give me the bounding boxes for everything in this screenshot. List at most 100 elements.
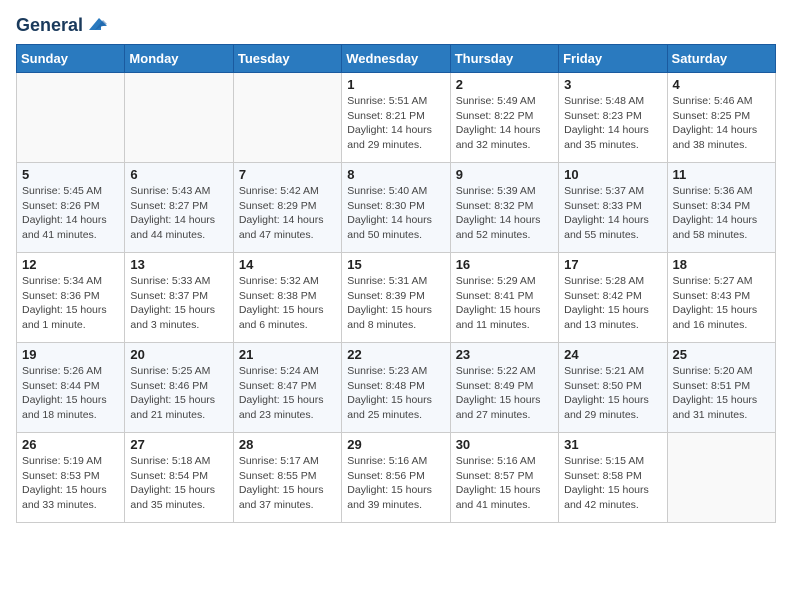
day-info: Sunrise: 5:23 AMSunset: 8:48 PMDaylight:… [347,364,444,423]
day-number: 6 [130,167,227,182]
day-info: Sunrise: 5:45 AMSunset: 8:26 PMDaylight:… [22,184,119,243]
day-info: Sunrise: 5:16 AMSunset: 8:57 PMDaylight:… [456,454,553,513]
day-number: 13 [130,257,227,272]
day-cell: 20 Sunrise: 5:25 AMSunset: 8:46 PMDayligh… [125,343,233,433]
day-number: 23 [456,347,553,362]
day-cell: 2 Sunrise: 5:49 AMSunset: 8:22 PMDaylight… [450,73,558,163]
day-cell: 18Sunrise: 5:27 AMSunset: 8:43 PMDayligh… [667,253,775,343]
day-info: Sunrise: 5:33 AMSunset: 8:37 PMDaylight:… [130,274,227,333]
day-number: 15 [347,257,444,272]
day-info: Sunrise: 5:51 AMSunset: 8:21 PMDaylight:… [347,94,444,153]
day-number: 19 [22,347,119,362]
day-cell: 14Sunrise: 5:32 AMSunset: 8:38 PMDayligh… [233,253,341,343]
day-cell: 13 Sunrise: 5:33 AMSunset: 8:37 PMDayligh… [125,253,233,343]
day-number: 24 [564,347,661,362]
day-cell [667,433,775,523]
logo-general: General [16,16,83,36]
day-cell: 9Sunrise: 5:39 AMSunset: 8:32 PMDaylight… [450,163,558,253]
day-info: Sunrise: 5:42 AMSunset: 8:29 PMDaylight:… [239,184,336,243]
day-number: 10 [564,167,661,182]
day-number: 27 [130,437,227,452]
day-number: 26 [22,437,119,452]
day-cell: 8 Sunrise: 5:40 AMSunset: 8:30 PMDaylight… [342,163,450,253]
day-number: 1 [347,77,444,92]
day-number: 31 [564,437,661,452]
day-cell [125,73,233,163]
page-header: General [16,16,776,36]
day-info: Sunrise: 5:20 AMSunset: 8:51 PMDaylight:… [673,364,770,423]
day-info: Sunrise: 5:19 AMSunset: 8:53 PMDaylight:… [22,454,119,513]
day-number: 4 [673,77,770,92]
calendar-table: SundayMondayTuesdayWednesdayThursdayFrid… [16,44,776,523]
day-info: Sunrise: 5:17 AMSunset: 8:55 PMDaylight:… [239,454,336,513]
col-header-wednesday: Wednesday [342,45,450,73]
day-number: 21 [239,347,336,362]
col-header-monday: Monday [125,45,233,73]
week-row-5: 26 Sunrise: 5:19 AMSunset: 8:53 PMDayligh… [17,433,776,523]
day-info: Sunrise: 5:49 AMSunset: 8:22 PMDaylight:… [456,94,553,153]
day-info: Sunrise: 5:27 AMSunset: 8:43 PMDaylight:… [673,274,770,333]
day-number: 12 [22,257,119,272]
day-cell: 28 Sunrise: 5:17 AMSunset: 8:55 PMDayligh… [233,433,341,523]
day-number: 20 [130,347,227,362]
day-number: 5 [22,167,119,182]
day-info: Sunrise: 5:46 AMSunset: 8:25 PMDaylight:… [673,94,770,153]
day-info: Sunrise: 5:40 AMSunset: 8:30 PMDaylight:… [347,184,444,243]
day-info: Sunrise: 5:28 AMSunset: 8:42 PMDaylight:… [564,274,661,333]
day-number: 28 [239,437,336,452]
day-info: Sunrise: 5:31 AMSunset: 8:39 PMDaylight:… [347,274,444,333]
col-header-thursday: Thursday [450,45,558,73]
day-cell: 25 Sunrise: 5:20 AMSunset: 8:51 PMDayligh… [667,343,775,433]
day-number: 7 [239,167,336,182]
day-info: Sunrise: 5:22 AMSunset: 8:49 PMDaylight:… [456,364,553,423]
day-info: Sunrise: 5:34 AMSunset: 8:36 PMDaylight:… [22,274,119,333]
day-number: 3 [564,77,661,92]
day-number: 17 [564,257,661,272]
day-cell: 1 Sunrise: 5:51 AMSunset: 8:21 PMDaylight… [342,73,450,163]
day-cell: 29 Sunrise: 5:16 AMSunset: 8:56 PMDayligh… [342,433,450,523]
week-row-2: 5 Sunrise: 5:45 AMSunset: 8:26 PMDaylight… [17,163,776,253]
day-info: Sunrise: 5:24 AMSunset: 8:47 PMDaylight:… [239,364,336,423]
day-cell [233,73,341,163]
day-cell: 4 Sunrise: 5:46 AMSunset: 8:25 PMDaylight… [667,73,775,163]
week-row-4: 19 Sunrise: 5:26 AMSunset: 8:44 PMDayligh… [17,343,776,433]
day-info: Sunrise: 5:29 AMSunset: 8:41 PMDaylight:… [456,274,553,333]
logo-icon [85,16,107,34]
day-cell: 21 Sunrise: 5:24 AMSunset: 8:47 PMDayligh… [233,343,341,433]
day-cell: 3 Sunrise: 5:48 AMSunset: 8:23 PMDaylight… [559,73,667,163]
day-info: Sunrise: 5:37 AMSunset: 8:33 PMDaylight:… [564,184,661,243]
day-number: 8 [347,167,444,182]
day-cell: 23 Sunrise: 5:22 AMSunset: 8:49 PMDayligh… [450,343,558,433]
day-info: Sunrise: 5:21 AMSunset: 8:50 PMDaylight:… [564,364,661,423]
day-cell: 16Sunrise: 5:29 AMSunset: 8:41 PMDayligh… [450,253,558,343]
day-cell: 17 Sunrise: 5:28 AMSunset: 8:42 PMDayligh… [559,253,667,343]
day-number: 11 [673,167,770,182]
day-cell: 30Sunrise: 5:16 AMSunset: 8:57 PMDayligh… [450,433,558,523]
day-cell: 27 Sunrise: 5:18 AMSunset: 8:54 PMDayligh… [125,433,233,523]
day-cell: 24 Sunrise: 5:21 AMSunset: 8:50 PMDayligh… [559,343,667,433]
day-info: Sunrise: 5:43 AMSunset: 8:27 PMDaylight:… [130,184,227,243]
col-header-sunday: Sunday [17,45,125,73]
day-number: 25 [673,347,770,362]
day-cell: 31Sunrise: 5:15 AMSunset: 8:58 PMDayligh… [559,433,667,523]
day-info: Sunrise: 5:32 AMSunset: 8:38 PMDaylight:… [239,274,336,333]
day-cell: 15 Sunrise: 5:31 AMSunset: 8:39 PMDayligh… [342,253,450,343]
day-cell: 5 Sunrise: 5:45 AMSunset: 8:26 PMDaylight… [17,163,125,253]
day-number: 2 [456,77,553,92]
day-number: 29 [347,437,444,452]
day-info: Sunrise: 5:48 AMSunset: 8:23 PMDaylight:… [564,94,661,153]
week-row-1: 1 Sunrise: 5:51 AMSunset: 8:21 PMDaylight… [17,73,776,163]
col-header-friday: Friday [559,45,667,73]
day-info: Sunrise: 5:26 AMSunset: 8:44 PMDaylight:… [22,364,119,423]
week-row-3: 12 Sunrise: 5:34 AMSunset: 8:36 PMDayligh… [17,253,776,343]
day-cell: 19 Sunrise: 5:26 AMSunset: 8:44 PMDayligh… [17,343,125,433]
header-row: SundayMondayTuesdayWednesdayThursdayFrid… [17,45,776,73]
day-cell: 7 Sunrise: 5:42 AMSunset: 8:29 PMDaylight… [233,163,341,253]
day-cell: 26 Sunrise: 5:19 AMSunset: 8:53 PMDayligh… [17,433,125,523]
day-info: Sunrise: 5:16 AMSunset: 8:56 PMDaylight:… [347,454,444,513]
day-info: Sunrise: 5:18 AMSunset: 8:54 PMDaylight:… [130,454,227,513]
day-cell: 11 Sunrise: 5:36 AMSunset: 8:34 PMDayligh… [667,163,775,253]
day-info: Sunrise: 5:39 AMSunset: 8:32 PMDaylight:… [456,184,553,243]
day-info: Sunrise: 5:36 AMSunset: 8:34 PMDaylight:… [673,184,770,243]
day-info: Sunrise: 5:25 AMSunset: 8:46 PMDaylight:… [130,364,227,423]
